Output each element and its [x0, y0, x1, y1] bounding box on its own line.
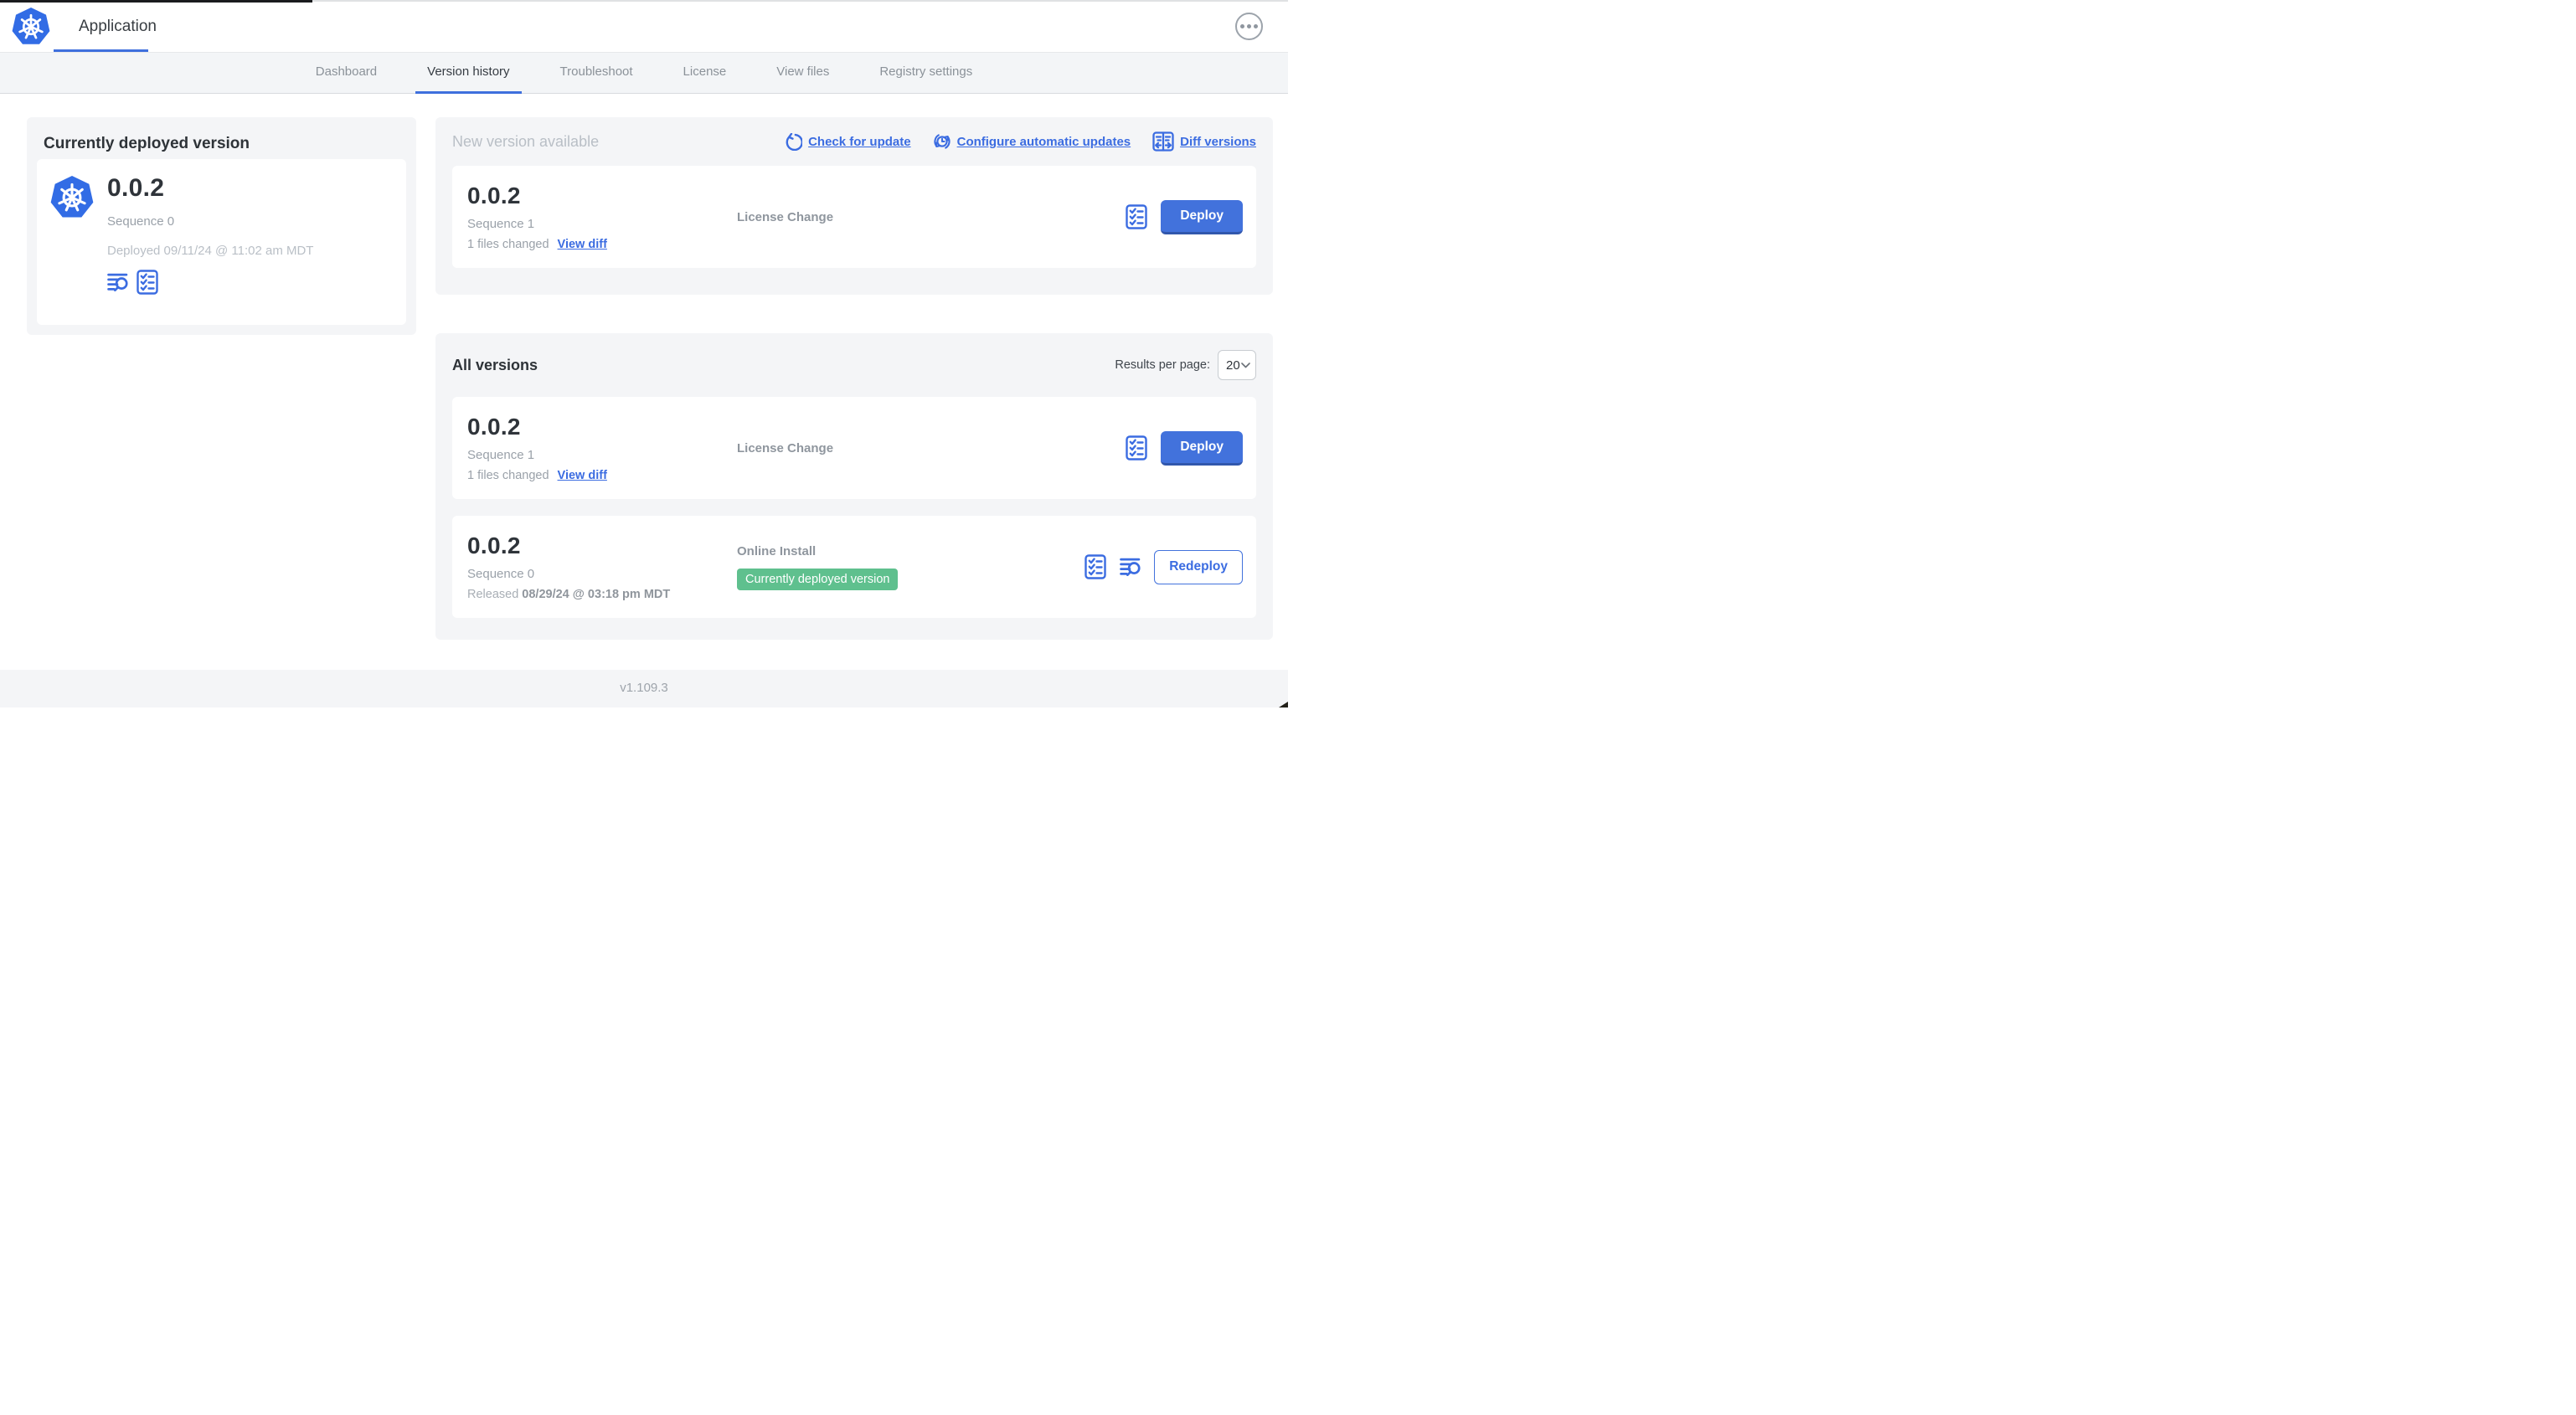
- ellipsis-icon: [1254, 24, 1258, 28]
- version-label: 0.0.2: [467, 183, 521, 208]
- diff-versions-link[interactable]: Diff versions: [1152, 131, 1256, 152]
- clock-refresh-icon: [933, 134, 951, 149]
- version-source-label: Online Install: [737, 543, 817, 558]
- cursor-artifact: [1279, 702, 1288, 708]
- redeploy-button[interactable]: Redeploy: [1154, 549, 1243, 584]
- results-per-page-select[interactable]: 20: [1218, 350, 1256, 380]
- more-menu-button[interactable]: [1235, 13, 1263, 40]
- kubernetes-logo: [50, 176, 94, 218]
- app-title: Application: [79, 18, 157, 35]
- configure-automatic-updates-link[interactable]: Configure automatic updates: [933, 132, 1131, 151]
- chevron-down-icon: [1241, 362, 1250, 368]
- tab-dashboard[interactable]: Dashboard: [304, 53, 389, 94]
- ellipsis-icon: [1240, 24, 1244, 28]
- logs-icon[interactable]: [1120, 558, 1141, 576]
- version-label: 0.0.2: [467, 414, 521, 440]
- app-footer: v1.109.3: [0, 670, 1288, 708]
- kots-admin-console: Application Dashboard Version history Tr…: [0, 0, 1288, 708]
- new-version-title: New version available: [452, 132, 600, 150]
- view-diff-link[interactable]: View diff: [558, 469, 607, 482]
- results-per-page-label: Results per page:: [1115, 358, 1210, 372]
- files-changed-label: 1 files changed: [467, 238, 549, 251]
- currently-deployed-card: 0.0.2 Sequence 0 Deployed 09/11/24 @ 11:…: [37, 159, 406, 325]
- deployed-sequence-label: Sequence 0: [107, 214, 175, 229]
- tab-view-files[interactable]: View files: [765, 53, 841, 94]
- checklist-icon[interactable]: [1126, 435, 1148, 461]
- new-version-card: 0.0.2 Sequence 1 1 files changed View di…: [452, 166, 1256, 268]
- window-edge-dark: [0, 0, 312, 3]
- deployed-date-label: Deployed 09/11/24 @ 11:02 am MDT: [107, 244, 314, 258]
- version-row: 0.0.2 Sequence 1 1 files changed View di…: [452, 397, 1256, 499]
- all-versions-panel: All versions Results per page: 20 0.0.2 …: [435, 333, 1273, 640]
- version-row: 0.0.2 Sequence 0 Released 08/29/24 @ 03:…: [452, 516, 1256, 618]
- app-title-active-underline: [54, 49, 148, 52]
- sequence-label: Sequence 0: [467, 567, 535, 581]
- checklist-icon[interactable]: [1084, 554, 1106, 579]
- currently-deployed-title: Currently deployed version: [44, 135, 250, 152]
- sequence-label: Sequence 1: [467, 217, 535, 231]
- ellipsis-icon: [1247, 24, 1251, 28]
- split-diff-icon: [1152, 131, 1174, 152]
- app-tabbar: Dashboard Version history Troubleshoot L…: [0, 53, 1288, 94]
- deploy-button[interactable]: Deploy: [1161, 199, 1243, 234]
- sequence-label: Sequence 1: [467, 448, 535, 462]
- kubernetes-logo: [12, 8, 50, 44]
- console-version-label: v1.109.3: [620, 681, 668, 695]
- check-for-update-link[interactable]: Check for update: [784, 132, 911, 151]
- refresh-icon: [786, 132, 803, 151]
- logs-icon[interactable]: [107, 273, 128, 291]
- deploy-button[interactable]: Deploy: [1161, 430, 1243, 466]
- version-source-label: License Change: [737, 440, 834, 455]
- released-date-label: Released 08/29/24 @ 03:18 pm MDT: [467, 588, 671, 601]
- currently-deployed-panel: Currently deployed version 0.0.2 Sequenc…: [27, 117, 416, 335]
- tab-registry-settings[interactable]: Registry settings: [868, 53, 984, 94]
- tab-troubleshoot[interactable]: Troubleshoot: [549, 53, 645, 94]
- version-source-label: License Change: [737, 209, 834, 224]
- new-version-panel: New version available Check for update C…: [435, 117, 1273, 295]
- all-versions-title: All versions: [452, 356, 538, 373]
- tab-version-history[interactable]: Version history: [415, 53, 522, 94]
- files-changed-label: 1 files changed: [467, 469, 549, 482]
- view-diff-link[interactable]: View diff: [558, 238, 607, 251]
- app-header: Application: [0, 0, 1288, 53]
- checklist-icon[interactable]: [1126, 204, 1148, 229]
- version-label: 0.0.2: [467, 533, 521, 558]
- checklist-icon[interactable]: [137, 270, 158, 295]
- deployed-version-label: 0.0.2: [107, 174, 165, 202]
- tab-license[interactable]: License: [672, 53, 739, 94]
- currently-deployed-badge: Currently deployed version: [737, 568, 899, 590]
